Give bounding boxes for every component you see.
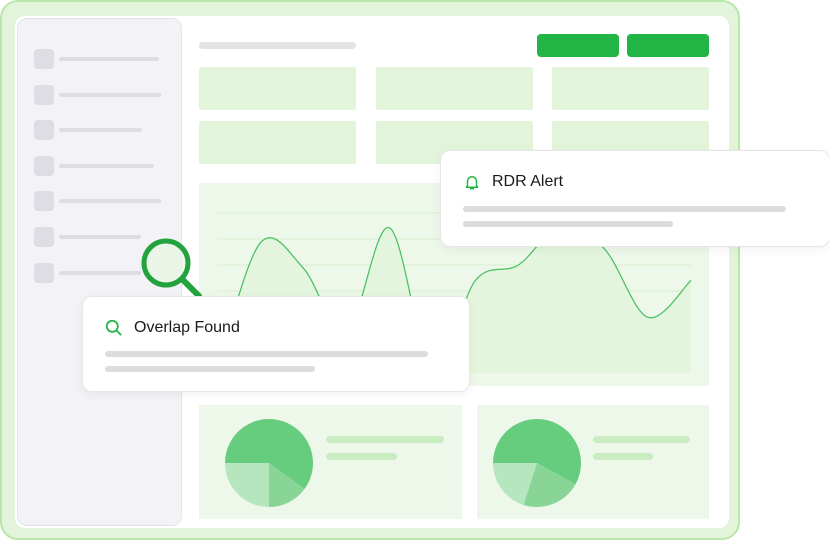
pie-chart-card xyxy=(477,405,709,519)
sidebar-item-label xyxy=(59,57,159,61)
pie-slice xyxy=(225,463,269,507)
overlap-text-line xyxy=(105,366,315,372)
stat-card[interactable] xyxy=(376,67,533,110)
legend-line xyxy=(326,436,444,443)
placeholder-icon xyxy=(34,263,54,283)
page-title-placeholder xyxy=(199,42,356,49)
sidebar-item-label xyxy=(59,93,161,97)
placeholder-icon xyxy=(34,156,54,176)
placeholder-icon xyxy=(34,85,54,105)
pie-chart xyxy=(225,419,313,507)
stat-card[interactable] xyxy=(552,67,709,110)
primary-action-button[interactable] xyxy=(537,34,619,57)
magnifier-icon xyxy=(141,238,202,299)
sidebar-item-label xyxy=(59,199,161,203)
overlap-title: Overlap Found xyxy=(134,319,240,336)
placeholder-icon xyxy=(34,191,54,211)
app-window xyxy=(15,16,729,528)
stat-card[interactable] xyxy=(199,121,356,164)
placeholder-icon xyxy=(34,49,54,69)
legend-line xyxy=(593,436,690,443)
app-frame xyxy=(0,0,740,540)
sidebar-item-label xyxy=(59,128,142,132)
overlap-found-popup[interactable]: Overlap Found xyxy=(82,296,470,392)
rdr-alert-popup[interactable]: RDR Alert xyxy=(440,150,829,247)
bell-icon xyxy=(465,176,479,190)
placeholder-icon xyxy=(34,120,54,140)
legend-line xyxy=(326,453,397,460)
sidebar-item-label xyxy=(59,271,141,275)
secondary-action-button[interactable] xyxy=(627,34,709,57)
overlap-text-line xyxy=(105,351,428,357)
legend-line xyxy=(593,453,653,460)
sidebar-item-label xyxy=(59,235,141,239)
pie-chart xyxy=(493,419,581,507)
pie-chart-card xyxy=(199,405,462,519)
sidebar-item-label xyxy=(59,164,154,168)
stat-card[interactable] xyxy=(199,67,356,110)
placeholder-icon xyxy=(34,227,54,247)
alert-text-line xyxy=(463,221,673,227)
alert-text-line xyxy=(463,206,786,212)
alert-title: RDR Alert xyxy=(492,173,564,190)
search-icon xyxy=(105,319,122,336)
